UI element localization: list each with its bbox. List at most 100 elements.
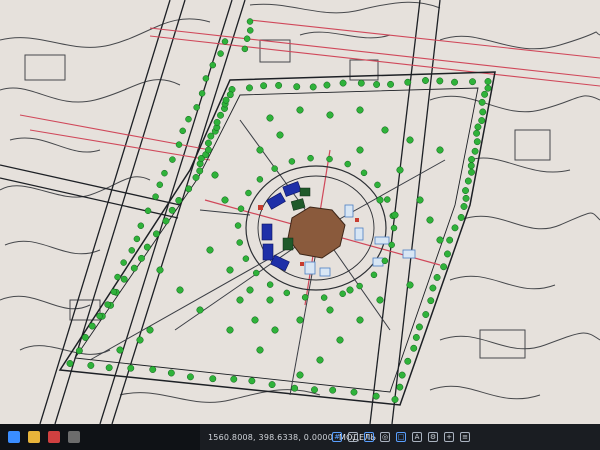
tree-icon	[120, 275, 128, 283]
tree-icon	[226, 266, 234, 274]
tree-icon	[436, 77, 444, 85]
tree-icon	[221, 196, 229, 204]
park-boundary	[58, 71, 496, 406]
ortho-icon[interactable]: ∟	[364, 432, 374, 442]
tree-icon	[192, 174, 200, 181]
tree-icon	[156, 181, 164, 189]
tree-icon	[130, 264, 138, 272]
tree-icon	[356, 316, 364, 324]
cursor-coordinates: 1560.8008, 398.6338, 0.0000	[208, 432, 333, 442]
tree-icon	[373, 81, 381, 88]
tree-icon	[152, 193, 159, 200]
tree-icon	[217, 50, 224, 57]
tree-icon	[360, 169, 368, 177]
tree-icon	[66, 360, 74, 367]
tree-icon	[96, 312, 103, 320]
tree-icon	[196, 167, 204, 175]
tree-icon	[468, 168, 475, 176]
tree-icon	[251, 316, 259, 324]
tree-icon	[410, 344, 418, 352]
app-icon[interactable]	[68, 431, 80, 443]
tree-icon	[266, 114, 274, 122]
settings-icon[interactable]: ≡	[460, 432, 470, 442]
tree-icon	[301, 294, 309, 301]
tree-icon	[105, 364, 113, 372]
tree-icon	[237, 205, 245, 212]
grid-icon[interactable]: #	[332, 432, 342, 442]
tree-icon	[128, 247, 136, 254]
tree-icon	[436, 236, 444, 244]
tree-icon	[266, 296, 274, 304]
tree-icon	[474, 123, 482, 131]
tree-icon	[146, 326, 154, 334]
tree-icon	[288, 158, 296, 165]
tree-icon	[176, 286, 184, 294]
tree-icon	[346, 286, 354, 294]
tree-icon	[193, 104, 200, 111]
tree-icon	[110, 288, 118, 296]
tree-icon	[246, 286, 254, 294]
tree-icon	[468, 156, 476, 163]
tree-icon	[116, 346, 124, 354]
tree-icon	[246, 18, 254, 25]
tree-icon	[370, 271, 378, 279]
tree-icon	[357, 79, 365, 87]
snap-icon[interactable]: ⋮	[348, 432, 358, 442]
tree-icon	[451, 78, 458, 86]
tree-icon	[451, 224, 459, 232]
plus-icon[interactable]: +	[444, 432, 454, 442]
status-toolbar: # ⋮ ∟ ◎ □ A ⚙ + ≡	[332, 424, 470, 450]
tree-icon	[384, 196, 391, 203]
tree-icon	[207, 132, 215, 140]
tree-icon	[256, 176, 264, 183]
tree-icon	[471, 147, 479, 155]
tree-icon	[422, 311, 430, 318]
osnap-icon[interactable]: □	[396, 432, 406, 442]
windows-icon[interactable]	[8, 431, 20, 443]
tree-icon	[271, 326, 279, 334]
tree-icon	[296, 316, 304, 324]
tree-icon	[316, 356, 324, 364]
tree-icon	[196, 306, 204, 314]
tree-icon	[374, 181, 381, 189]
cad-drawing-canvas[interactable]	[0, 0, 600, 424]
tree-icon	[311, 386, 318, 394]
tree-icon	[213, 118, 221, 126]
tree-icon	[457, 214, 465, 221]
tree-icon	[404, 78, 412, 86]
polar-icon[interactable]: ◎	[380, 432, 390, 442]
tree-icon	[236, 239, 243, 246]
tree-icon	[202, 75, 210, 82]
search-icon[interactable]	[28, 431, 40, 443]
tree-icon	[268, 381, 276, 389]
tree-icon	[412, 333, 420, 341]
tree-icon	[271, 165, 278, 172]
tree-icon	[156, 266, 164, 274]
annotation-icon[interactable]: A	[412, 432, 422, 442]
tree-icon	[205, 139, 212, 147]
workspace-icon[interactable]: ⚙	[428, 432, 438, 442]
tree-icon	[241, 45, 249, 53]
tree-icon	[427, 297, 435, 305]
tree-icon	[339, 290, 346, 298]
task-view-icon[interactable]	[48, 431, 60, 443]
tree-icon	[376, 196, 384, 204]
tree-icon	[440, 263, 448, 271]
tree-icon	[391, 396, 399, 403]
tree-icon	[390, 224, 398, 232]
tree-icon	[479, 108, 487, 116]
tree-icon	[236, 296, 244, 304]
tree-icon	[350, 388, 358, 396]
tree-icon	[462, 187, 469, 195]
tree-symbols	[66, 18, 492, 403]
tree-icon	[388, 241, 395, 249]
tree-icon	[344, 160, 351, 168]
tree-icon	[260, 82, 268, 90]
tree-icon	[429, 284, 437, 292]
tree-icon	[246, 27, 254, 34]
tree-icon	[469, 78, 476, 86]
tree-icon	[87, 361, 95, 369]
tree-icon	[209, 375, 217, 383]
tree-icon	[81, 334, 89, 341]
tree-icon	[433, 274, 441, 281]
